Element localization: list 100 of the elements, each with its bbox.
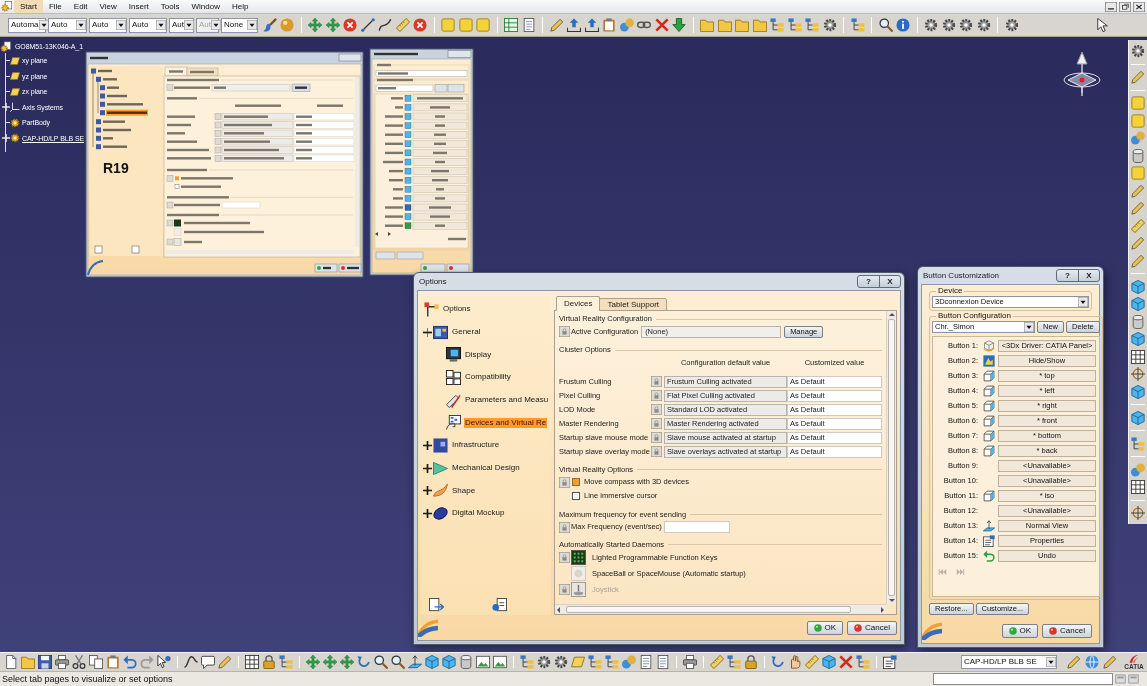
- info-icon[interactable]: [896, 18, 910, 32]
- document-cog-icon[interactable]: [0, 40, 11, 53]
- last-page-icon[interactable]: [956, 567, 965, 576]
- circle-x-icon[interactable]: [343, 18, 357, 32]
- ball-icon[interactable]: [1049, 627, 1058, 635]
- tree-item[interactable]: Infrastructure: [451, 440, 501, 451]
- tree-icon[interactable]: [605, 655, 619, 669]
- tree-icon[interactable]: [770, 18, 784, 32]
- tree-icon[interactable]: [727, 655, 741, 669]
- cube-icon[interactable]: [425, 655, 439, 669]
- plane-icon[interactable]: [10, 55, 20, 66]
- expand-icon[interactable]: [423, 486, 432, 496]
- close-button[interactable]: X: [879, 276, 900, 287]
- bubble-icon[interactable]: [201, 655, 215, 669]
- dropdown[interactable]: Auto: [48, 17, 87, 33]
- menu-item[interactable]: Insert: [122, 0, 155, 13]
- checkbox[interactable]: [572, 478, 580, 486]
- dropdown[interactable]: Auto: [129, 17, 167, 33]
- tree-item[interactable]: Parameters and Measu: [464, 394, 550, 406]
- cube-icon[interactable]: [1131, 279, 1145, 294]
- move-arrows-icon[interactable]: [308, 18, 322, 32]
- grid-icon[interactable]: [1131, 480, 1145, 494]
- folder-icon[interactable]: [735, 18, 749, 32]
- document-icon[interactable]: [521, 18, 536, 32]
- expand-icon[interactable]: [423, 463, 432, 473]
- ruler-icon[interactable]: [1131, 218, 1145, 233]
- vertical-scrollbar[interactable]: [886, 311, 896, 604]
- cog-icon[interactable]: [10, 133, 20, 144]
- lock-icon[interactable]: [651, 376, 662, 387]
- close-button[interactable]: X: [1078, 270, 1099, 281]
- move-arrows-icon[interactable]: [323, 655, 337, 669]
- menu-item[interactable]: Edit: [67, 0, 94, 13]
- object-dropdown[interactable]: CAP-HD/LP BLB SE: [961, 655, 1057, 669]
- spheres-icon[interactable]: [619, 18, 634, 32]
- tree-item[interactable]: Devices and Virtual Re: [464, 417, 548, 428]
- clipboard-icon[interactable]: [106, 655, 120, 669]
- lock-icon[interactable]: [651, 432, 662, 443]
- page-icon[interactable]: [4, 655, 18, 669]
- gear-icon[interactable]: [1131, 44, 1145, 58]
- document-icon[interactable]: [639, 655, 653, 669]
- close-icon[interactable]: [1133, 1, 1145, 12]
- cylinder-icon[interactable]: [1131, 314, 1145, 329]
- cube-icon[interactable]: [822, 655, 836, 669]
- lock-icon[interactable]: [651, 446, 662, 457]
- menu-item[interactable]: File: [42, 0, 68, 13]
- tree-item[interactable]: General: [451, 326, 482, 338]
- spheres-icon[interactable]: [1131, 131, 1145, 145]
- menu-item[interactable]: Help: [225, 0, 255, 13]
- panel-icon[interactable]: [1128, 674, 1139, 684]
- command-input[interactable]: [933, 673, 1113, 685]
- tree-icon[interactable]: [279, 655, 293, 669]
- first-page-icon[interactable]: [938, 567, 947, 576]
- cog-icon[interactable]: [10, 117, 20, 128]
- tree-icon[interactable]: [787, 18, 802, 32]
- print-icon[interactable]: [683, 655, 697, 669]
- normal-view-icon[interactable]: [408, 655, 422, 669]
- tree-icon[interactable]: [856, 655, 870, 669]
- tree-icon[interactable]: [805, 18, 819, 32]
- globe-icon[interactable]: [1085, 655, 1099, 669]
- move-arrows-icon[interactable]: [325, 18, 340, 32]
- cube-icon[interactable]: [1131, 384, 1145, 399]
- print-icon[interactable]: [55, 655, 69, 669]
- menu-item[interactable]: View: [93, 0, 123, 13]
- pen-icon[interactable]: [1131, 236, 1145, 250]
- pen-icon[interactable]: [1131, 183, 1145, 198]
- dropdown[interactable]: None: [221, 17, 258, 33]
- tree-item[interactable]: Shape: [451, 485, 477, 497]
- cube-icon[interactable]: [1131, 297, 1145, 311]
- tree-item[interactable]: Digital Mockup: [451, 508, 506, 519]
- pen-icon[interactable]: [1131, 70, 1145, 84]
- plane-icon[interactable]: [10, 71, 20, 82]
- gear-icon[interactable]: [976, 18, 991, 32]
- lock-icon[interactable]: [651, 404, 662, 415]
- spreadsheet-icon[interactable]: [504, 18, 518, 32]
- paintbrush-icon[interactable]: [262, 18, 277, 32]
- scissors-icon[interactable]: [72, 655, 86, 669]
- magnifier-icon[interactable]: [374, 655, 388, 669]
- expand-icon[interactable]: [423, 509, 432, 519]
- ruler-icon[interactable]: [805, 655, 819, 669]
- tree-icon[interactable]: [850, 18, 865, 32]
- clipboard-icon[interactable]: [602, 18, 616, 32]
- gear-icon[interactable]: [537, 655, 551, 669]
- x-mark-icon[interactable]: [654, 18, 669, 32]
- compass-icon[interactable]: [1062, 51, 1102, 97]
- lock-icon[interactable]: [651, 418, 662, 429]
- tab[interactable]: Devices: [556, 296, 601, 311]
- panel-icon[interactable]: [1115, 674, 1126, 684]
- cube-icon[interactable]: [1131, 410, 1145, 425]
- dropdown[interactable]: Automa: [8, 17, 46, 33]
- upload-icon[interactable]: [584, 18, 599, 32]
- down-arrow-icon[interactable]: [672, 18, 686, 32]
- expand-icon[interactable]: [2, 134, 10, 143]
- tree-icon[interactable]: [588, 655, 602, 669]
- help-button[interactable]: ?: [858, 276, 879, 287]
- dropdown[interactable]: Aut: [169, 17, 194, 33]
- gear-icon[interactable]: [959, 18, 973, 32]
- checkbox[interactable]: [572, 492, 580, 500]
- cancel-button[interactable]: Cancel: [1042, 624, 1092, 638]
- dropdown[interactable]: Auto: [89, 17, 127, 33]
- upload-icon[interactable]: [567, 18, 581, 32]
